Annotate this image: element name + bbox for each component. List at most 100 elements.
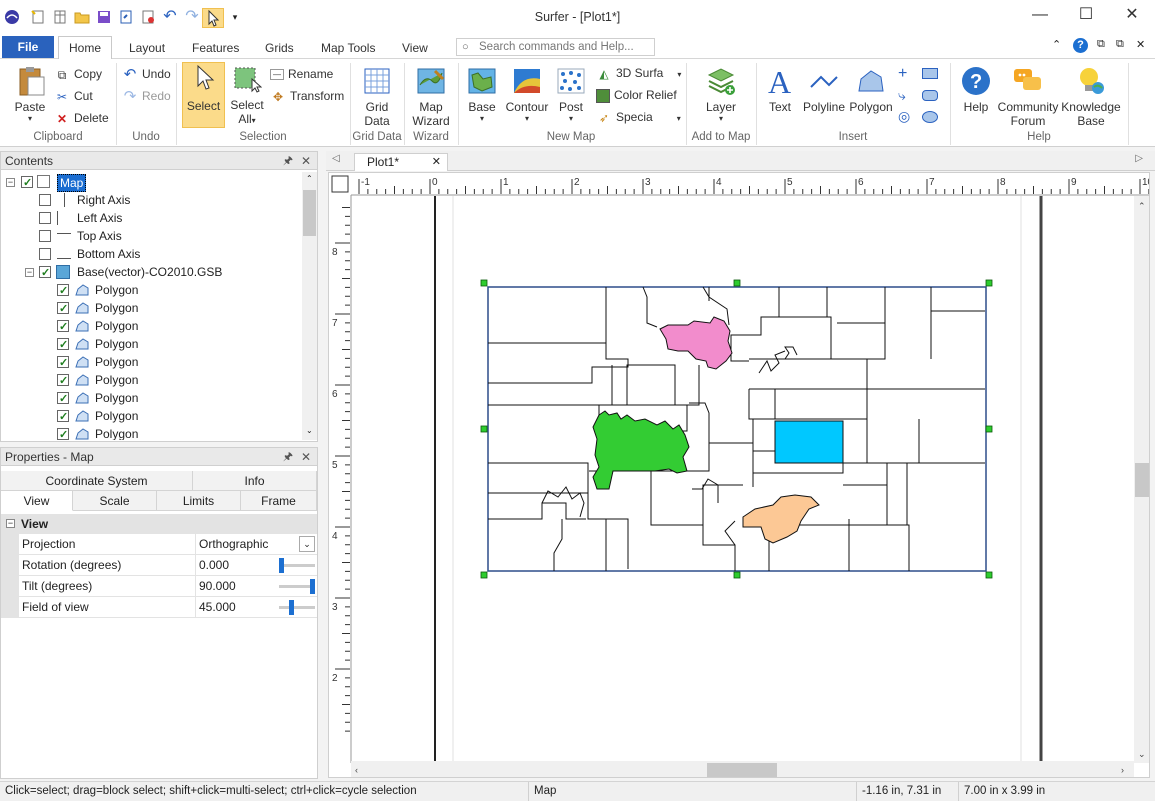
insert-polygon-button[interactable]: Polygon — [848, 65, 894, 114]
rotation-value[interactable]: 0.000 — [199, 555, 229, 576]
tab-scale[interactable]: Scale — [73, 491, 157, 511]
knowledge-base-button[interactable]: Knowledge Base — [1060, 65, 1122, 128]
scroll-thumb[interactable] — [303, 190, 316, 236]
right-axis-checkbox[interactable] — [39, 194, 51, 206]
polygon-checkbox[interactable] — [57, 426, 69, 440]
map-visibility-checkbox[interactable] — [21, 174, 33, 192]
3d-surface-button[interactable]: ◭ 3D Surfa ▾ — [596, 63, 681, 83]
tab-layout[interactable]: Layout — [119, 37, 175, 59]
tab-map-tools[interactable]: Map Tools — [311, 37, 385, 59]
base-layer-checkbox[interactable] — [39, 264, 51, 282]
insert-symbol-icon[interactable]: ◎ — [898, 108, 910, 125]
insert-text-button[interactable]: A Text — [762, 65, 798, 114]
contour-map-button[interactable]: Contour ▾ — [504, 65, 550, 123]
tab-features[interactable]: Features — [182, 37, 249, 59]
tab-scroll-left-icon[interactable]: ◁ — [332, 153, 340, 164]
collapse-ribbon-icon[interactable]: ⌃ — [1052, 38, 1061, 51]
community-forum-button[interactable]: Community Forum — [996, 65, 1060, 128]
tab-coordinate-system[interactable]: Coordinate System — [1, 471, 193, 491]
scroll-down-icon[interactable]: ⌄ — [1138, 749, 1146, 759]
select-all-button[interactable]: Select All▾ — [228, 65, 266, 126]
projection-value[interactable]: Orthographic — [199, 534, 268, 555]
add-layer-button[interactable]: Layer ▾ — [698, 65, 744, 123]
tree-item-map[interactable]: − Map — [1, 173, 301, 192]
bottom-axis-checkbox[interactable] — [39, 248, 51, 260]
property-row-tilt[interactable]: Tilt (degrees) 90.000 — [19, 576, 317, 597]
tree-item-polygon[interactable]: Polygon — [1, 353, 301, 372]
specialty-map-button[interactable]: ➶ Specia ▾ — [596, 107, 681, 127]
polygon-checkbox[interactable] — [57, 372, 69, 390]
colorado-county-map[interactable] — [480, 279, 993, 579]
view-section-header[interactable]: − View — [1, 514, 317, 534]
collapse-icon[interactable]: − — [6, 178, 15, 187]
tab-view[interactable]: View — [1, 491, 73, 511]
scroll-right-icon[interactable]: › — [1121, 765, 1124, 775]
tree-item-left-axis[interactable]: Left Axis — [1, 209, 301, 227]
polygon-checkbox[interactable] — [57, 336, 69, 354]
tree-item-polygon[interactable]: Polygon — [1, 317, 301, 336]
tab-file[interactable]: File — [2, 36, 54, 58]
top-axis-checkbox[interactable] — [39, 230, 51, 242]
contents-scrollbar[interactable]: ⌃ ⌄ — [302, 172, 317, 440]
restore-doc-icon[interactable]: ⧉ — [1097, 38, 1105, 51]
tab-home[interactable]: Home — [58, 36, 113, 60]
tab-limits[interactable]: Limits — [157, 491, 241, 511]
cut-button[interactable]: ✂ Cut — [54, 86, 93, 106]
rename-button[interactable]: — Rename — [270, 64, 333, 84]
scroll-up-icon[interactable]: ⌃ — [306, 174, 313, 183]
property-row-rotation[interactable]: Rotation (degrees) 0.000 — [19, 555, 317, 576]
insert-ellipse-icon[interactable] — [922, 111, 938, 123]
close-window-button[interactable]: ✕ — [1109, 0, 1155, 30]
pin-icon[interactable]: 🖈 — [283, 448, 293, 466]
map-wizard-button[interactable]: Map Wizard — [410, 65, 452, 128]
base-map-button[interactable]: Base ▾ — [462, 65, 502, 123]
tree-item-polygon[interactable]: Polygon — [1, 407, 301, 426]
maximize-button[interactable]: ☐ — [1063, 0, 1109, 30]
tree-item-right-axis[interactable]: Right Axis — [1, 191, 301, 209]
insert-point-icon[interactable]: + — [898, 65, 907, 83]
delete-button[interactable]: ✕ Delete — [54, 108, 109, 128]
close-panel-icon[interactable]: ✕ — [301, 152, 311, 170]
vertical-scroll-thumb[interactable] — [1135, 463, 1149, 497]
tree-item-bottom-axis[interactable]: Bottom Axis — [1, 245, 301, 263]
field-of-view-slider[interactable] — [279, 600, 315, 615]
polygon-checkbox[interactable] — [57, 282, 69, 300]
tab-grids[interactable]: Grids — [255, 37, 304, 59]
slider-thumb[interactable] — [279, 558, 284, 573]
tree-item-polygon[interactable]: Polygon — [1, 371, 301, 390]
projection-dropdown-icon[interactable]: ⌄ — [299, 536, 315, 552]
tab-plot1[interactable]: Plot1* ✕ — [354, 153, 448, 171]
tab-view[interactable]: View — [392, 37, 438, 59]
redo-button[interactable]: ↷ Redo — [122, 86, 171, 106]
minimize-button[interactable]: — — [1017, 0, 1063, 30]
slider-thumb[interactable] — [289, 600, 295, 615]
section-collapse-icon[interactable]: − — [6, 519, 15, 528]
tree-item-base-layer[interactable]: − Base(vector)-CO2010.GSB — [1, 263, 301, 282]
tree-item-polygon[interactable]: Polygon — [1, 389, 301, 408]
collapse-icon[interactable]: − — [25, 268, 34, 277]
paste-button[interactable]: Paste ▾ — [10, 65, 50, 123]
insert-spline-icon[interactable]: ⤷ — [898, 87, 906, 104]
select-button[interactable]: Select — [182, 62, 225, 128]
help-circle-icon[interactable]: ? — [1073, 38, 1088, 53]
tab-frame[interactable]: Frame — [241, 491, 317, 511]
tree-item-top-axis[interactable]: Top Axis — [1, 227, 301, 245]
close-panel-icon[interactable]: ✕ — [301, 448, 311, 466]
scroll-up-icon[interactable]: ⌃ — [1138, 201, 1146, 211]
pin-icon[interactable]: 🖈 — [283, 152, 293, 170]
close-tab-icon[interactable]: ✕ — [432, 154, 441, 171]
horizontal-scroll-thumb[interactable] — [707, 763, 777, 777]
left-axis-checkbox[interactable] — [39, 212, 51, 224]
rotation-slider[interactable] — [279, 558, 315, 573]
close-doc-icon[interactable]: ✕ — [1136, 38, 1145, 51]
polygon-checkbox[interactable] — [57, 408, 69, 426]
transform-button[interactable]: ✥ Transform — [270, 86, 344, 106]
grid-data-button[interactable]: Grid Data — [356, 65, 398, 128]
search-commands-input[interactable]: ○ Search commands and Help... — [456, 38, 655, 56]
tab-scroll-right-icon[interactable]: ▷ — [1135, 153, 1143, 164]
copy-button[interactable]: ⧉ Copy — [54, 64, 102, 84]
polygon-checkbox[interactable] — [57, 300, 69, 318]
help-button[interactable]: ? Help — [956, 65, 996, 114]
property-row-field-of-view[interactable]: Field of view 45.000 — [19, 597, 317, 618]
color-relief-button[interactable]: Color Relief — [596, 85, 677, 105]
